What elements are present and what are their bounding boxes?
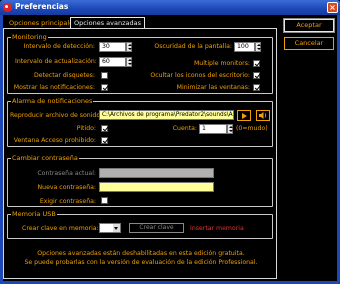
account-field[interactable]: 1 [199,124,227,134]
usb-drive-select[interactable] [99,223,121,233]
close-button[interactable]: × [327,2,338,13]
minimize-windows-label: Minimizar las ventanas: [176,84,250,91]
window-access-label: Ventana Acceso prohibido: [13,137,96,144]
footer-line-1: Opciones avanzadas están deshabilitadas … [37,250,245,257]
require-password-label: Exigir contraseña: [39,198,96,205]
account-hint: (0=mudo) [236,125,268,132]
sound-file-field[interactable]: C:\Archivos de programa\Predator2\sounds… [99,110,234,120]
play-icon [242,113,247,119]
new-password-field[interactable] [99,182,214,192]
password-title: Cambiar contraseña [11,154,79,162]
current-password-label: Contraseña actual: [37,170,96,177]
detect-disks-label: Detectar disquetes: [33,72,95,79]
update-interval-label: Intervalo de actualización: [15,58,97,65]
detection-interval-field[interactable]: 30 [99,42,126,52]
play-sound-label: Reproducir archivo de sonido: [10,112,103,119]
accept-button[interactable]: Aceptar [283,18,335,33]
beep-label: Pitido: [76,125,96,132]
minimize-windows-checkbox[interactable] [253,84,260,91]
close-icon: × [329,3,336,12]
chevron-down-icon [113,224,120,232]
speaker-icon [259,112,267,119]
require-password-checkbox[interactable] [101,197,108,204]
monitoring-title: Monitoring [11,33,48,41]
show-notifications-label: Mostrar las notificaciones: [13,84,95,91]
browse-sound-button[interactable] [256,110,270,121]
tab-advanced-options[interactable]: Opciones avanzadas [70,17,145,28]
multiple-monitors-checkbox[interactable] [253,60,260,67]
multiple-monitors-label: Multiple monitors: [193,60,250,67]
footer-line-2: Se puede probarlas con la versión de eva… [24,259,258,266]
account-label: Cuenta: [172,125,197,132]
hide-desktop-icons-label: Ocultar los iconos del escritorio: [150,72,250,79]
window-title: Preferencias [15,2,69,11]
show-notifications-checkbox[interactable] [101,84,108,91]
new-password-label: Nueva contraseña: [37,184,96,191]
window-access-checkbox[interactable] [101,137,108,144]
usb-status-text: Insertar memoria [190,225,244,232]
current-password-field[interactable] [99,168,214,178]
detection-interval-label: Intervalo de detección: [23,43,95,50]
app-icon [3,3,12,12]
play-sound-button[interactable] [237,110,251,121]
cancel-button[interactable]: Cancelar [284,37,334,50]
update-interval-spinner[interactable] [126,57,132,67]
alarm-title: Alarma de notificaciones [11,97,94,105]
tab-basic-options[interactable]: Opciones principales [6,18,80,28]
beep-checkbox[interactable] [101,125,108,132]
title-bar[interactable]: Preferencias × [0,0,340,15]
create-key-label: Crear clave en memoria: [22,225,99,232]
screen-dim-spinner[interactable] [255,42,261,52]
screen-dim-field[interactable]: 100 [234,42,255,52]
detection-interval-spinner[interactable] [126,42,132,52]
hide-desktop-icons-checkbox[interactable] [253,72,260,79]
account-spinner[interactable] [227,124,233,134]
usb-title: Memoria USB [11,210,57,218]
create-key-button[interactable]: Crear clave [129,223,184,233]
update-interval-field[interactable]: 60 [99,57,126,67]
detect-disks-checkbox[interactable] [101,72,108,79]
screen-dim-label: Oscuridad de la pantalla: [154,43,232,50]
